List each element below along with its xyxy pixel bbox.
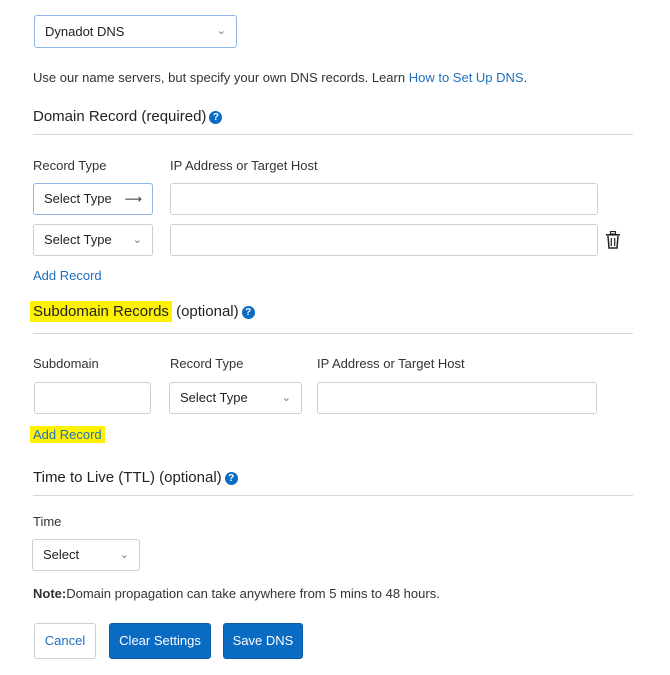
- divider: [33, 333, 633, 334]
- dns-provider-value: Dynadot DNS: [45, 24, 125, 39]
- domain-record-target-label: IP Address or Target Host: [170, 158, 318, 173]
- subdomain-target-input[interactable]: [317, 382, 597, 414]
- chevron-down-icon: ⌄: [132, 234, 142, 246]
- chevron-down-icon: ⌄: [216, 25, 226, 37]
- subdomain-target-label: IP Address or Target Host: [317, 356, 465, 371]
- chevron-down-icon: ⌄: [281, 392, 291, 404]
- domain-record-target-input-1[interactable]: [170, 183, 598, 215]
- chevron-down-icon: ⌄: [119, 549, 129, 561]
- divider: [33, 495, 633, 496]
- domain-add-record-link[interactable]: Add Record: [33, 268, 102, 283]
- ttl-select[interactable]: Select ⌄: [32, 539, 140, 571]
- subdomain-add-record-link[interactable]: Add Record: [30, 426, 105, 443]
- question-circle-icon[interactable]: ?: [209, 111, 223, 124]
- ttl-heading: Time to Live (TTL) (optional)?: [33, 469, 238, 486]
- subdomain-input[interactable]: [34, 382, 151, 414]
- domain-record-type-select-1[interactable]: Select Type ⟶: [33, 183, 153, 215]
- subdomain-records-heading: Subdomain Records (optional)?: [30, 301, 255, 322]
- divider: [33, 134, 633, 135]
- how-to-setup-dns-link[interactable]: How to Set Up DNS: [409, 70, 524, 85]
- propagation-note: Note:Domain propagation can take anywher…: [33, 586, 440, 601]
- domain-record-heading: Domain Record (required)?: [33, 108, 223, 125]
- question-circle-icon[interactable]: ?: [224, 472, 238, 485]
- dns-provider-select[interactable]: Dynadot DNS ⌄: [34, 15, 237, 48]
- domain-record-type-select-2[interactable]: Select Type ⌄: [33, 224, 153, 256]
- time-label: Time: [33, 514, 62, 529]
- question-circle-icon[interactable]: ?: [241, 306, 255, 319]
- domain-record-target-input-2[interactable]: [170, 224, 598, 256]
- domain-record-type-label: Record Type: [33, 158, 107, 173]
- cursor-icon: ⟶: [124, 192, 142, 206]
- subdomain-label: Subdomain: [33, 356, 99, 371]
- trash-icon[interactable]: [605, 231, 621, 249]
- clear-settings-button[interactable]: Clear Settings: [109, 623, 211, 659]
- intro-text: Use our name servers, but specify your o…: [33, 70, 528, 85]
- save-dns-button[interactable]: Save DNS: [223, 623, 303, 659]
- cancel-button[interactable]: Cancel: [34, 623, 96, 659]
- subdomain-record-type-select[interactable]: Select Type ⌄: [169, 382, 302, 414]
- subdomain-record-type-label: Record Type: [170, 356, 244, 371]
